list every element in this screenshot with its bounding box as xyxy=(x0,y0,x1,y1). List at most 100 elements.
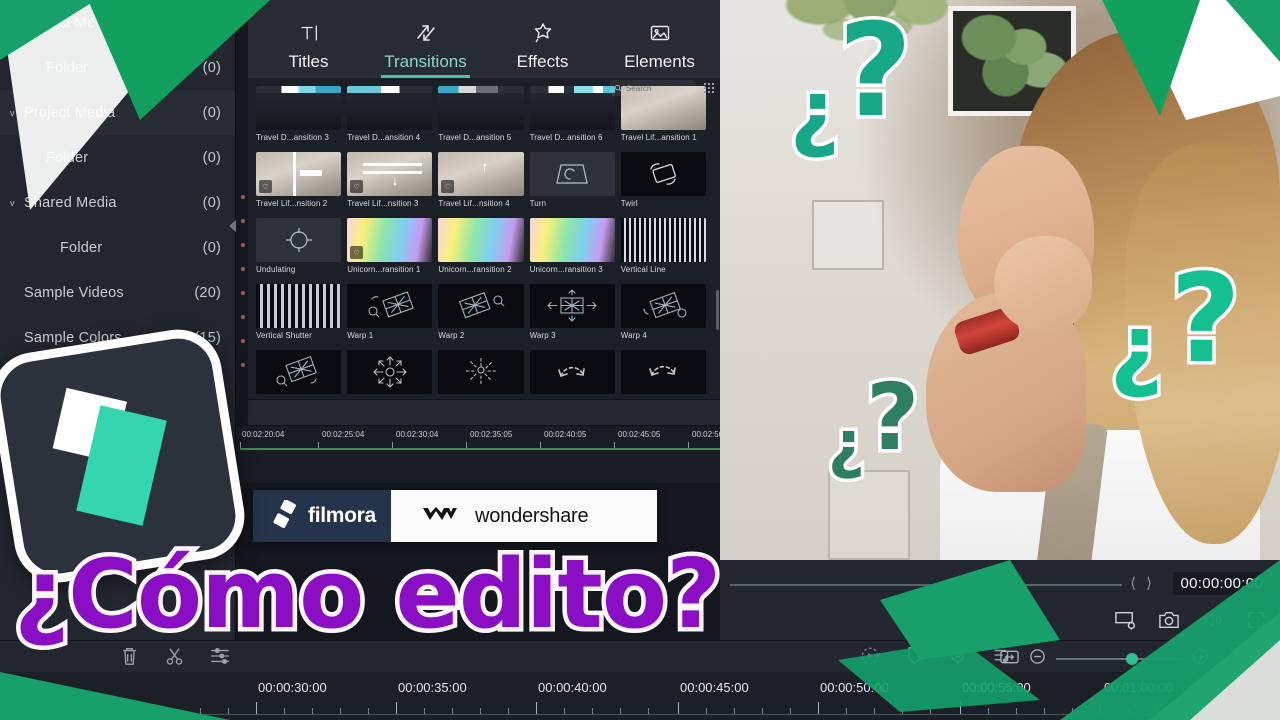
media-row-count: (0) xyxy=(202,239,221,256)
zoom-slider[interactable] xyxy=(1056,653,1182,665)
help-question-icon[interactable]: ? xyxy=(1246,644,1272,670)
media-row-count: (0) xyxy=(202,149,221,166)
transitions-grid[interactable]: Travel D...ansition 3 Travel D...ansitio… xyxy=(248,86,712,395)
tab-effects[interactable]: Effects xyxy=(484,0,601,78)
preview-picture-frame xyxy=(812,200,884,270)
question-mark-inverted-icon: ? xyxy=(825,412,869,493)
browser-scrollbar[interactable] xyxy=(716,290,719,330)
fit-to-timeline-icon[interactable] xyxy=(1000,649,1019,670)
wondershare-logo-icon xyxy=(423,505,463,528)
media-library-row[interactable]: v Project Media (0) xyxy=(0,0,235,45)
transition-label: Unicorn...ransition 3 xyxy=(529,265,603,274)
tab-transitions[interactable]: Transitions xyxy=(367,0,484,78)
transition-item[interactable]: Turn xyxy=(529,152,615,218)
transition-item[interactable]: Travel D...ansition 3 xyxy=(256,86,342,152)
filmora-wondershare-banner: filmora wondershare xyxy=(253,490,657,542)
display-settings-icon[interactable] xyxy=(1114,610,1136,635)
favorite-heart-icon[interactable]: ♡ xyxy=(350,180,364,193)
media-library-row[interactable]: Folder (0) xyxy=(0,135,235,180)
transition-item[interactable]: Vertical Shutter xyxy=(256,284,342,350)
search-placeholder: Search xyxy=(626,83,652,93)
favorite-heart-icon[interactable]: ♡ xyxy=(350,246,364,259)
media-library-row[interactable]: v Project Media (0) xyxy=(0,90,235,135)
ruler-timecode: 00:02:25:04 xyxy=(322,430,365,439)
chevron-down-icon[interactable]: v xyxy=(10,198,24,208)
next-keyframe-icon[interactable]: ⟩ xyxy=(1146,574,1152,592)
filmora-logo-icon xyxy=(273,498,299,533)
prev-keyframe-icon[interactable]: ⟨ xyxy=(1130,574,1136,592)
fullscreen-expand-icon[interactable] xyxy=(1246,610,1266,635)
zoom-out-icon[interactable] xyxy=(1029,648,1046,670)
transition-thumbnail xyxy=(347,350,433,394)
volume-speaker-icon[interactable] xyxy=(1202,610,1224,635)
transition-item[interactable]: ↓ ♡ Travel Lif...nsition 3 xyxy=(347,152,433,218)
media-row-count: (0) xyxy=(202,59,221,76)
transition-thumbnail xyxy=(529,350,615,394)
transition-label: Unicorn...ransition 1 xyxy=(347,265,421,274)
ruler-timecode: 00:0 xyxy=(1246,680,1272,695)
transition-item[interactable]: Warp 3 xyxy=(529,284,615,350)
transition-label: Warp 3 xyxy=(529,331,556,340)
ruler-timecode: 00:00:55:00 xyxy=(962,680,1031,695)
filmora-wordmark: filmora xyxy=(308,504,376,527)
timeline-ruler-lower[interactable]: 00:00:30:00 00:00:35:00 00:00:40:00 00:0… xyxy=(0,672,1280,720)
transition-item[interactable]: Warp 2 xyxy=(438,284,524,350)
player-icon-row xyxy=(1114,610,1266,635)
transition-item[interactable]: Warp Zoom 2 xyxy=(620,350,706,395)
transition-item[interactable]: Warp 4 xyxy=(620,284,706,350)
transition-item[interactable]: ↑ ♡ Travel Lif...nsition 4 xyxy=(438,152,524,218)
timeline-track-line xyxy=(240,448,720,450)
chevron-down-icon[interactable]: v xyxy=(10,108,24,118)
transition-label: Travel D...ansition 4 xyxy=(347,133,421,142)
media-row-label: Project Media xyxy=(24,104,116,121)
transition-thumbnail: ♡ xyxy=(347,218,433,262)
question-mark-large-icon: ? xyxy=(862,364,922,471)
favorite-heart-icon[interactable]: ♡ xyxy=(441,180,455,193)
player-scrubber[interactable] xyxy=(730,584,1122,586)
zoom-slider-handle[interactable] xyxy=(1126,653,1138,665)
transition-item[interactable]: Warp 1 xyxy=(347,284,433,350)
tab-elements[interactable]: Elements xyxy=(601,0,718,78)
transition-item[interactable]: Undulating xyxy=(256,218,342,284)
tab-titles[interactable]: Titles xyxy=(250,0,367,78)
transition-item[interactable]: Twirl xyxy=(620,152,706,218)
transition-item[interactable]: Unicorn...ransition 2 xyxy=(438,218,524,284)
zoom-in-icon[interactable] xyxy=(1192,648,1209,670)
render-preview-icon[interactable] xyxy=(860,646,880,671)
transition-item[interactable]: Warp 6 xyxy=(347,350,433,395)
media-library-row[interactable]: Folder (0) xyxy=(0,45,235,90)
media-library-row[interactable]: v Shared Media (0) xyxy=(0,180,235,225)
transition-label: Vertical Shutter xyxy=(256,331,312,340)
ruler-timecode: 00:00:50:00 xyxy=(820,680,889,695)
transition-item[interactable]: ♡ Travel Lif...nsition 2 xyxy=(256,152,342,218)
media-library-row[interactable]: Sample Videos (20) xyxy=(0,270,235,315)
chevron-down-icon[interactable]: v xyxy=(10,18,24,28)
snapshot-camera-icon[interactable] xyxy=(1158,610,1180,635)
ruler-timecode: 00:00:35:00 xyxy=(398,680,467,695)
transition-item[interactable]: Warp Zoom 1 xyxy=(529,350,615,395)
grid-view-icon[interactable] xyxy=(704,83,714,93)
transition-thumbnail xyxy=(620,284,706,328)
transition-thumbnail xyxy=(256,218,342,262)
transition-item[interactable]: Travel D...ansition 6 xyxy=(529,86,615,152)
transition-item[interactable]: ♡ Unicorn...ransition 1 xyxy=(347,218,433,284)
transition-arrows-icon xyxy=(414,18,438,48)
transition-thumbnail xyxy=(620,218,706,262)
transition-thumbnail xyxy=(620,152,706,196)
transition-item[interactable]: Unicorn...ransition 3 xyxy=(529,218,615,284)
panel-collapse-arrow-icon[interactable] xyxy=(229,220,236,232)
media-library-row[interactable]: Folder (0) xyxy=(0,225,235,270)
transition-item[interactable]: Warp 5 xyxy=(256,350,342,395)
voiceover-mic-icon[interactable] xyxy=(949,646,966,671)
ruler-timecode: 00:01:00:00 xyxy=(1104,680,1173,695)
timeline-ruler-upper[interactable]: 00:02:20:04 00:02:25:04 00:02:30:04 00:0… xyxy=(236,425,723,483)
transition-item[interactable]: Travel D...ansition 5 xyxy=(438,86,524,152)
transition-item[interactable]: Travel D...ansition 4 xyxy=(347,86,433,152)
favorite-heart-icon[interactable]: ♡ xyxy=(259,180,272,193)
search-input[interactable]: Search xyxy=(610,80,696,96)
transition-item[interactable]: Vertical Line xyxy=(620,218,706,284)
media-row-label: Sample Videos xyxy=(24,284,124,301)
player-timecode[interactable]: 00:00:00:00 xyxy=(1173,572,1270,595)
marker-flag-icon[interactable] xyxy=(906,646,923,671)
transition-item[interactable]: Warp 7 xyxy=(438,350,524,395)
